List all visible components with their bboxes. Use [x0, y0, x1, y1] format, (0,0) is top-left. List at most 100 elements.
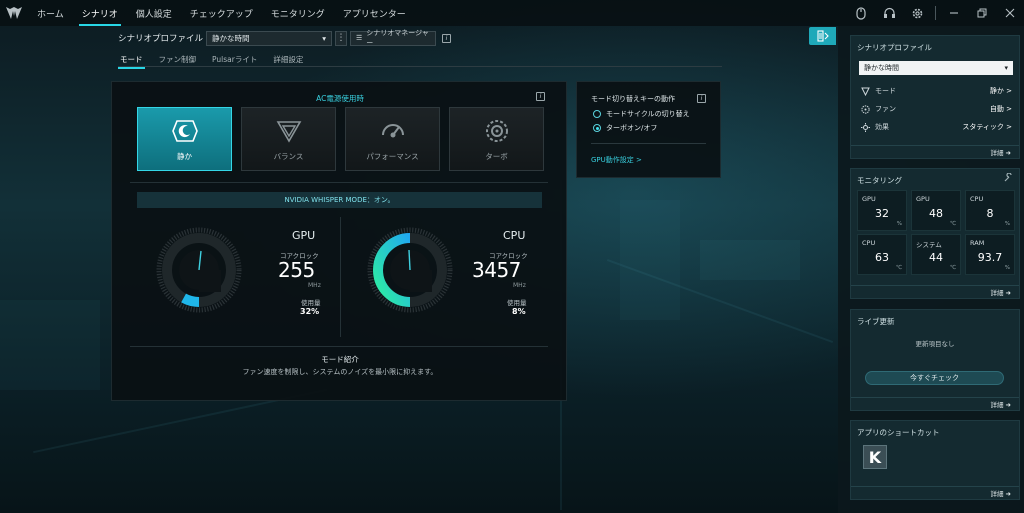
monitor-cell-ram-usage: RAM 93.7 %	[965, 234, 1015, 275]
info-icon[interactable]: i	[697, 94, 706, 103]
mode-card-quiet[interactable]: 静か	[137, 107, 232, 171]
gpu-usage-value: 32%	[300, 307, 320, 316]
mode-label: バランス	[273, 152, 304, 161]
gpu-behavior-settings-link[interactable]: GPU動作設定 >	[591, 155, 642, 165]
gauge-area: GPU コアクロック 255 MHz 使用量 32% CPU コアクロック 34…	[112, 217, 568, 345]
monitoring-grid: GPU 32 % GPU 48 ℃ CPU 8 % CPU 63 ℃ システム	[857, 190, 1015, 275]
gpu-clock-value: 255	[278, 258, 315, 282]
mode-card-turbo[interactable]: ターボ	[449, 107, 544, 171]
cpu-label: CPU	[503, 229, 526, 242]
quiet-icon	[170, 116, 200, 146]
mode-label: ターボ	[485, 152, 508, 161]
cell-value: 48	[929, 207, 943, 220]
hotkey-option-label: ターボオン/オフ	[606, 124, 658, 132]
turbo-icon	[482, 116, 512, 146]
headset-icon[interactable]	[875, 0, 903, 26]
divider	[130, 182, 548, 183]
row-label: モード	[875, 87, 896, 95]
scenario-profile-row: シナリオプロファイル 静かな時間 ▾ ⋮ ☰ シナリオマネージャー i	[118, 29, 451, 47]
sidebar-collapse-icon	[816, 30, 829, 42]
row-label: ファン	[875, 105, 896, 113]
card-title: ライブ更新	[857, 317, 895, 326]
hotkey-title: モード切り替えキーの動作	[591, 95, 675, 103]
mode-intro-description: ファン速度を制限し、システムのノイズを最小限に抑えます。	[242, 368, 438, 376]
mode-card-balance[interactable]: バランス	[241, 107, 336, 171]
info-icon[interactable]: i	[442, 33, 451, 43]
sidebar-app-shortcut-card: アプリのショートカット K 詳細 ➜	[850, 420, 1020, 500]
nav-tab-monitoring[interactable]: モニタリング	[262, 0, 334, 26]
nav-tab-scenario[interactable]: シナリオ	[73, 0, 127, 26]
sidebar-profile-select[interactable]: 静かな時間 ▾	[859, 61, 1013, 75]
card-title: シナリオプロファイル	[857, 43, 932, 52]
app-shortcut-detail-link[interactable]: 詳細 ➜	[851, 486, 1019, 499]
nav-tab-home[interactable]: ホーム	[28, 0, 73, 26]
cell-unit: %	[1004, 221, 1010, 227]
cpu-gauge-block: CPU コアクロック 3457 MHz 使用量 8%	[340, 217, 568, 345]
info-icon[interactable]: i	[536, 92, 545, 101]
cell-name: システム	[916, 241, 942, 249]
cell-name: GPU	[916, 195, 930, 203]
gpu-usage-arc	[181, 293, 200, 307]
mode-icon	[860, 86, 870, 96]
hotkey-option-label: モードサイクルの切り替え	[606, 110, 690, 118]
minimize-icon[interactable]	[940, 0, 968, 26]
app-shortcut-letter: K	[868, 447, 882, 467]
separator	[935, 6, 936, 20]
cpu-clock-value: 3457	[472, 258, 521, 282]
performance-icon	[378, 116, 408, 146]
profile-detail-link[interactable]: 詳細 ➜	[851, 145, 1019, 158]
sidebar-toggle-button[interactable]	[809, 27, 836, 45]
profile-select[interactable]: 静かな時間 ▾	[206, 30, 332, 46]
cpu-usage-gauge	[367, 227, 453, 313]
predator-logo-icon	[0, 0, 28, 26]
more-options-button[interactable]: ⋮	[335, 30, 347, 46]
scenario-manager-button[interactable]: ☰ シナリオマネージャー	[350, 29, 436, 47]
radio-button[interactable]	[593, 110, 601, 118]
cell-name: GPU	[862, 195, 876, 203]
mode-intro-title: モード紹介	[321, 355, 359, 364]
cell-value: 63	[875, 251, 889, 264]
nav-tab-checkup[interactable]: チェックアップ	[181, 0, 262, 26]
sidebar-monitoring-card: モニタリング GPU 32 % GPU 48 ℃ CPU 8 % CPU 63	[850, 168, 1020, 299]
nav-tab-app-center[interactable]: アプリセンター	[334, 0, 415, 26]
cell-unit: %	[1004, 265, 1010, 271]
sidebar-profile-card: シナリオプロファイル 静かな時間 ▾ モード 静か > ファン 自動 > 効果 …	[850, 35, 1020, 159]
restore-icon[interactable]	[968, 0, 996, 26]
sidebar-profile-value: 静かな時間	[864, 64, 899, 72]
cpu-usage-value: 8%	[512, 307, 526, 316]
gpu-clock-unit: MHz	[308, 282, 321, 289]
monitor-cell-system-temp: システム 44 ℃	[911, 234, 961, 275]
nvidia-whisper-mode-status: NVIDIA WHISPER MODE：オン。	[137, 192, 542, 208]
mouse-icon[interactable]	[847, 0, 875, 26]
sidebar-live-update-card: ライブ更新 更新項目なし 今すぐチェック 詳細 ➜	[850, 309, 1020, 411]
close-icon[interactable]	[996, 0, 1024, 26]
hotkey-option-cycle[interactable]: モードサイクルの切り替え	[593, 109, 690, 119]
gpu-usage-gauge	[156, 227, 242, 313]
sidebar-row-fan[interactable]: ファン 自動 >	[860, 104, 1012, 114]
sidebar-row-mode[interactable]: モード 静か >	[860, 86, 1012, 96]
sidebar-row-effect[interactable]: 効果 スタティック >	[860, 122, 1012, 132]
cell-name: CPU	[970, 195, 984, 203]
app-shortcut-tile[interactable]: K	[863, 445, 887, 469]
mode-switch-key-panel: モード切り替えキーの動作 i モードサイクルの切り替え ターボオン/オフ GPU…	[576, 81, 721, 178]
hotkey-option-turbo[interactable]: ターボオン/オフ	[593, 123, 657, 133]
right-sidebar: シナリオプロファイル 静かな時間 ▾ モード 静か > ファン 自動 > 効果 …	[838, 26, 1024, 513]
profile-label: シナリオプロファイル	[118, 34, 204, 44]
wrench-icon[interactable]	[1004, 172, 1013, 184]
scenario-manager-label: シナリオマネージャー	[366, 29, 429, 47]
gpu-gauge-block: GPU コアクロック 255 MHz 使用量 32%	[112, 217, 340, 345]
row-value: 自動 >	[989, 105, 1012, 113]
gear-icon[interactable]	[903, 0, 931, 26]
monitor-cell-gpu-usage: GPU 32 %	[857, 190, 907, 231]
cell-value: 44	[929, 251, 943, 264]
card-title: アプリのショートカット	[857, 428, 940, 437]
gpu-usage-label: 使用量	[301, 299, 321, 307]
radio-button-selected[interactable]	[593, 124, 601, 132]
nav-tab-personal-settings[interactable]: 個人設定	[127, 0, 181, 26]
light-effect-icon	[860, 122, 870, 132]
monitoring-detail-link[interactable]: 詳細 ➜	[851, 285, 1019, 298]
live-update-detail-link[interactable]: 詳細 ➜	[851, 397, 1019, 410]
cpu-clock-unit: MHz	[513, 282, 526, 289]
mode-card-performance[interactable]: パフォーマンス	[345, 107, 440, 171]
check-now-button[interactable]: 今すぐチェック	[865, 371, 1004, 385]
